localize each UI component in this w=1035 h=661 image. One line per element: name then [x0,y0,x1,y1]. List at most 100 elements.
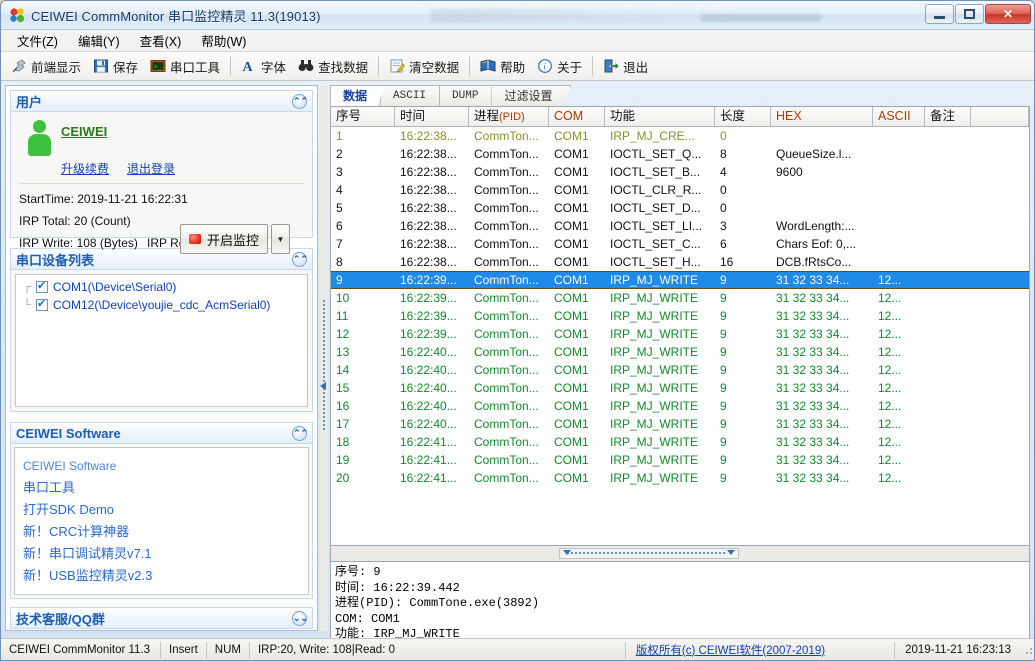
menu-file[interactable]: 文件(Z) [7,29,68,52]
table-row[interactable]: 1916:22:41...CommTon...COM1IRP_MJ_WRITE9… [331,451,1029,469]
toolbar-about-button[interactable]: i 关于 [531,54,588,78]
toolbar-topmost-label: 前端显示 [31,57,81,76]
software-group-header[interactable]: CEIWEI Software ⌃⌃ [10,422,313,444]
table-row[interactable]: 1016:22:39...CommTon...COM1IRP_MJ_WRITE9… [331,289,1029,307]
column-header-note[interactable]: 备注 [925,107,971,126]
column-header-ascii[interactable]: ASCII [873,107,925,126]
table-row[interactable]: 1416:22:40...CommTon...COM1IRP_MJ_WRITE9… [331,361,1029,379]
support-group-header[interactable]: 技术客服/QQ群 ⌄⌄ [10,607,313,629]
data-grid[interactable]: 序号 时间 进程(PID) COM 功能 长度 HEX ASCII 备注 116… [330,106,1030,546]
upgrade-renew-link[interactable]: 升级续费 [61,160,109,177]
toolbar-save-button[interactable]: 保存 [87,54,144,78]
cell-proc: CommTon... [469,307,549,325]
table-row[interactable]: 1316:22:40...CommTon...COM1IRP_MJ_WRITE9… [331,343,1029,361]
grid-body[interactable]: 116:22:38...CommTon...COM1IRP_MJ_CRE...0… [331,127,1029,525]
chevron-up-icon[interactable]: ⌃⌃ [292,252,307,267]
column-header-spare[interactable] [971,107,1029,126]
table-row[interactable]: 516:22:38...CommTon...COM1IOCTL_SET_D...… [331,199,1029,217]
toolbar-clear-button[interactable]: 清空数据 [383,54,465,78]
table-row[interactable]: 416:22:38...CommTon...COM1IOCTL_CLR_R...… [331,181,1029,199]
maximize-button[interactable] [955,4,984,24]
cell-hex: 31 32 33 34... [771,343,873,361]
toolbar-separator-2 [378,56,379,76]
cell-time: 16:22:38... [395,253,469,271]
tab-dump[interactable]: DUMP [439,85,497,106]
cell-com: COM1 [549,145,605,163]
toolbar-exit-button[interactable]: 退出 [597,54,654,78]
cell-hex: 31 32 33 34... [771,469,873,487]
link-crc-tool[interactable]: 新！CRC计算神器 [23,523,300,541]
close-button[interactable]: ✕ [985,4,1031,24]
cell-com: COM1 [549,289,605,307]
column-header-hex[interactable]: HEX [771,107,873,126]
start-time-text: StartTime: 2019-11-21 16:22:31 [19,192,304,206]
toolbar-font-button[interactable]: A 字体 [235,54,292,78]
table-row[interactable]: 1516:22:40...CommTon...COM1IRP_MJ_WRITE9… [331,379,1029,397]
chevron-up-icon[interactable]: ⌃⌃ [292,426,307,441]
username-link[interactable]: CEIWEI [61,124,107,139]
toolbar-help-button[interactable]: 帮助 [474,54,531,78]
table-row[interactable]: 1116:22:39...CommTon...COM1IRP_MJ_WRITE9… [331,307,1029,325]
chevron-up-icon[interactable]: ⌃⌃ [292,94,307,109]
svg-text:>_: >_ [154,64,162,71]
table-row[interactable]: 1816:22:41...CommTon...COM1IRP_MJ_WRITE9… [331,433,1029,451]
table-row[interactable]: 816:22:38...CommTon...COM1IOCTL_SET_H...… [331,253,1029,271]
list-item[interactable]: └ COM12(\Device\youjie_cdc_AcmSerial0) [18,296,305,314]
column-header-time[interactable]: 时间 [395,107,469,126]
device-checkbox[interactable] [36,299,48,311]
cell-len: 16 [715,253,771,271]
cell-time: 16:22:39... [395,325,469,343]
table-row[interactable]: 616:22:38...CommTon...COM1IOCTL_SET_LI..… [331,217,1029,235]
status-copyright-link[interactable]: 版权所有(c) CEIWEI软件(2007-2019) [626,642,835,658]
table-row[interactable]: 1616:22:40...CommTon...COM1IRP_MJ_WRITE9… [331,397,1029,415]
splitter-arrow-right-icon[interactable] [727,550,735,555]
start-monitor-button[interactable]: 开启监控 [180,224,268,254]
column-header-com[interactable]: COM [549,107,605,126]
table-row[interactable]: 216:22:38...CommTon...COM1IOCTL_SET_Q...… [331,145,1029,163]
menu-help[interactable]: 帮助(W) [191,29,256,52]
toolbar-serialtool-button[interactable]: >_ 串口工具 [144,54,226,78]
toolbar-find-button[interactable]: 查找数据 [292,54,374,78]
device-checkbox[interactable] [36,281,48,293]
menu-view[interactable]: 查看(X) [130,29,192,52]
user-group-header[interactable]: 用户 ⌃⌃ [10,90,313,112]
table-row[interactable]: 716:22:38...CommTon...COM1IOCTL_SET_C...… [331,235,1029,253]
link-ceiwei-software[interactable]: CEIWEI Software [23,457,300,475]
monitor-dropdown-button[interactable]: ▼ [271,224,290,254]
vertical-splitter[interactable] [320,85,328,631]
menu-edit[interactable]: 编辑(Y) [68,29,130,52]
tab-filter-settings[interactable]: 过滤设置 [491,85,571,106]
tab-data[interactable]: 数据 [330,85,386,106]
cell-no: 1 [331,127,395,145]
link-serial-tool[interactable]: 串口工具 [23,479,300,497]
chevron-down-icon[interactable]: ⌄⌄ [292,611,307,626]
logout-link[interactable]: 退出登录 [127,160,175,177]
cell-len: 0 [715,181,771,199]
resize-grip-icon[interactable] [1023,645,1033,655]
column-header-no[interactable]: 序号 [331,107,395,126]
splitter-collapse-arrow-icon[interactable] [320,382,326,390]
minimize-button[interactable] [925,4,954,24]
toolbar: 前端显示 保存 >_ 串口工具 [1,52,1035,81]
toolbar-topmost-button[interactable]: 前端显示 [5,54,87,78]
link-open-sdk-demo[interactable]: 打开SDK Demo [23,501,300,519]
horizontal-splitter[interactable] [330,546,1030,561]
table-row[interactable]: 1716:22:40...CommTon...COM1IRP_MJ_WRITE9… [331,415,1029,433]
table-row[interactable]: 2016:22:41...CommTon...COM1IRP_MJ_WRITE9… [331,469,1029,487]
table-row[interactable]: 1216:22:39...CommTon...COM1IRP_MJ_WRITE9… [331,325,1029,343]
table-row[interactable]: 916:22:39...CommTon...COM1IRP_MJ_WRITE93… [331,271,1029,289]
cell-ascii: 12... [873,469,925,487]
link-serial-debug[interactable]: 新！串口调试精灵v7.1 [23,545,300,563]
device-list[interactable]: ┌ COM1(\Device\Serial0) └ COM12(\Device\… [15,274,308,407]
list-item[interactable]: ┌ COM1(\Device\Serial0) [18,278,305,296]
link-usb-monitor[interactable]: 新！USB监控精灵v2.3 [23,567,300,585]
tab-ascii[interactable]: ASCII [380,85,445,106]
column-header-length[interactable]: 长度 [715,107,771,126]
cell-func: IOCTL_SET_H... [605,253,715,271]
splitter-arrow-left-icon[interactable] [563,550,571,555]
column-header-function[interactable]: 功能 [605,107,715,126]
column-header-process[interactable]: 进程(PID) [469,107,549,126]
grid-vertical-scrollbar[interactable] [330,128,331,546]
table-row[interactable]: 116:22:38...CommTon...COM1IRP_MJ_CRE...0 [331,127,1029,145]
table-row[interactable]: 316:22:38...CommTon...COM1IOCTL_SET_B...… [331,163,1029,181]
